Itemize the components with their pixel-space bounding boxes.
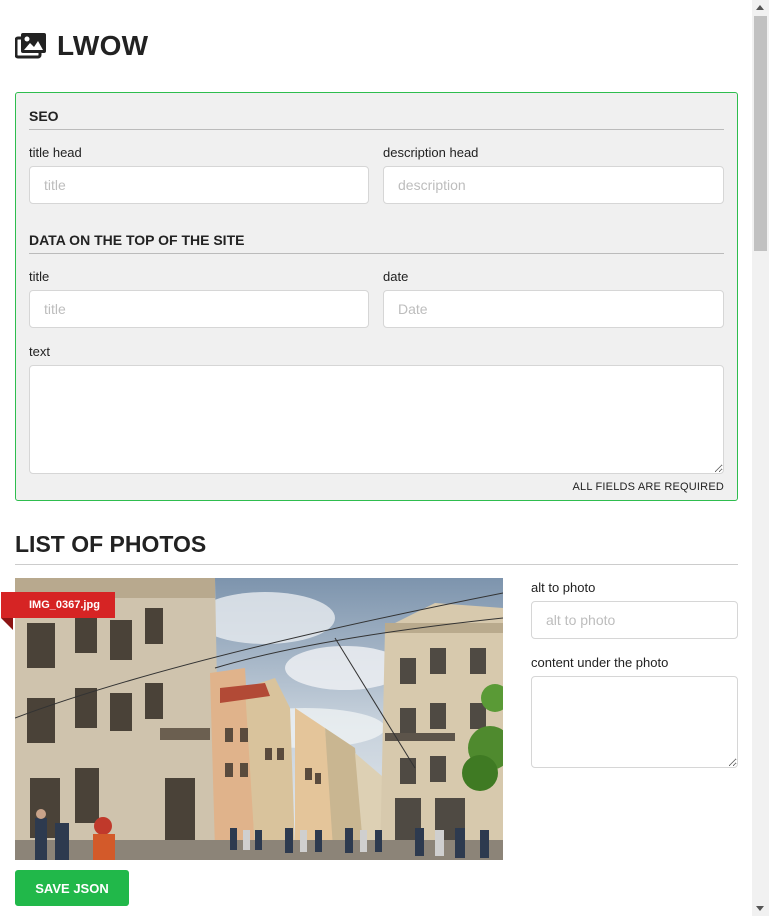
title-head-label: title head xyxy=(29,145,82,160)
app-title: LWOW xyxy=(57,30,149,61)
top-data-heading: DATA ON THE TOP OF THE SITE xyxy=(29,232,724,254)
save-json-button[interactable]: SAVE JSON xyxy=(15,870,129,906)
alt-photo-input[interactable] xyxy=(531,601,738,639)
photo-thumbnail xyxy=(15,578,503,860)
scrollbar-thumb[interactable] xyxy=(754,16,767,251)
scroll-up-icon[interactable] xyxy=(756,5,764,10)
alt-photo-label: alt to photo xyxy=(531,580,596,595)
seo-form-card: SEO title head description head DATA ON … xyxy=(15,92,738,501)
date-label: date xyxy=(383,269,409,284)
images-icon xyxy=(15,33,46,59)
title-label: title xyxy=(29,269,50,284)
required-note: ALL FIELDS ARE REQUIRED xyxy=(572,481,724,493)
description-head-input[interactable] xyxy=(383,166,724,204)
scroll-down-icon[interactable] xyxy=(756,906,764,911)
text-label: text xyxy=(29,344,50,359)
vertical-scrollbar[interactable] xyxy=(752,0,769,916)
photo-content-label: content under the photo xyxy=(531,655,669,670)
text-textarea[interactable] xyxy=(29,365,724,474)
app-header: LWOW xyxy=(15,30,148,62)
title-head-input[interactable] xyxy=(29,166,369,204)
photo-content-textarea[interactable] xyxy=(531,676,738,768)
description-head-label: description head xyxy=(383,145,479,160)
street-photo xyxy=(15,578,503,860)
date-input[interactable] xyxy=(383,290,724,328)
photos-heading: LIST OF PHOTOS xyxy=(15,531,738,565)
badge-fold xyxy=(1,618,13,630)
title-input[interactable] xyxy=(29,290,369,328)
seo-heading: SEO xyxy=(29,108,724,130)
photo-filename-badge: IMG_0367.jpg xyxy=(1,592,115,618)
